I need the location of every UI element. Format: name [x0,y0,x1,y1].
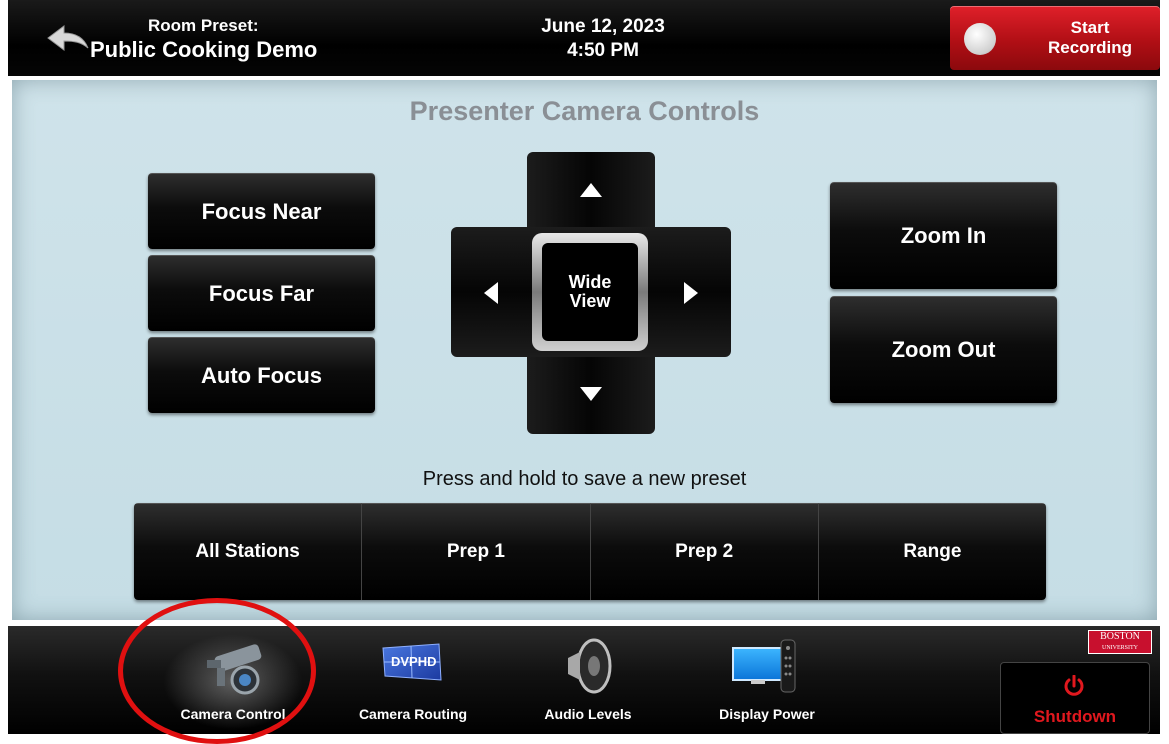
record-indicator-icon [964,23,996,55]
annotation-highlight-circle [118,598,316,744]
shutdown-label: Shutdown [1033,707,1117,726]
nav-display-power-label: Display Power [719,706,815,722]
room-preset-name: Public Cooking Demo [90,37,318,62]
pan-down-button[interactable] [580,384,602,407]
pan-right-button[interactable] [684,282,698,310]
back-button[interactable] [46,24,90,56]
nav-audio-levels[interactable]: Audio Levels [508,626,668,734]
nav-display-power[interactable]: Display Power [687,626,847,734]
preset-range-button[interactable]: Range [818,503,1046,600]
routing-screen-icon: DVPHD [382,643,442,681]
wide-view-line1: Wide [568,272,612,292]
wide-view-label: Wide View [542,243,638,341]
focus-far-button[interactable]: Focus Far [148,255,375,331]
start-recording-button[interactable]: Start Recording [950,6,1160,70]
nav-camera-routing[interactable]: DVPHD Camera Routing [333,626,493,734]
back-arrow-icon [47,25,89,51]
nav-camera-routing-label: Camera Routing [358,706,468,722]
preset-hint-text: Press and hold to save a new preset [422,468,747,490]
time-display: 4:50 PM [567,40,639,61]
speaker-icon [568,638,612,694]
zoom-out-button[interactable]: Zoom Out [830,296,1057,403]
display-remote-icon [732,639,796,693]
logo-line2: UNIVERSITY [1102,645,1138,651]
wide-view-line2: View [569,291,611,311]
zoom-in-button[interactable]: Zoom In [830,182,1057,289]
focus-near-button[interactable]: Focus Near [148,173,375,249]
arrow-left-icon [484,282,498,304]
pan-up-button[interactable] [580,180,602,203]
shutdown-button[interactable]: Shutdown [1000,662,1150,734]
panel-title: Presenter Camera Controls [409,96,760,126]
power-icon [1064,675,1084,696]
start-recording-line1: Start [1070,18,1110,37]
nav-audio-levels-label: Audio Levels [544,706,632,722]
arrow-down-icon [580,387,602,401]
wide-view-button[interactable]: Wide View [532,233,648,351]
start-recording-line2: Recording [1047,38,1133,57]
arrow-up-icon [580,183,602,197]
auto-focus-button[interactable]: Auto Focus [148,337,375,413]
pan-left-button[interactable] [484,282,498,310]
routing-icon-text: DVPHD [391,654,437,669]
boston-university-logo: BOSTON UNIVERSITY [1088,630,1152,654]
camera-control-panel: Presenter Camera Controls Focus Near Foc… [12,80,1157,620]
logo-line1: BOSTON [1100,631,1140,642]
preset-prep-1-button[interactable]: Prep 1 [362,503,591,600]
preset-prep-2-button[interactable]: Prep 2 [590,503,819,600]
start-recording-label: Start Recording [1020,18,1160,58]
date-display: June 12, 2023 [541,16,665,37]
top-bar: Room Preset: Public Cooking Demo June 12… [8,0,1160,76]
camera-preset-bar: All Stations Prep 1 Prep 2 Range [134,503,1046,600]
preset-all-stations-button[interactable]: All Stations [134,503,363,600]
arrow-right-icon [684,282,698,304]
room-preset-label: Room Preset: [148,16,259,35]
